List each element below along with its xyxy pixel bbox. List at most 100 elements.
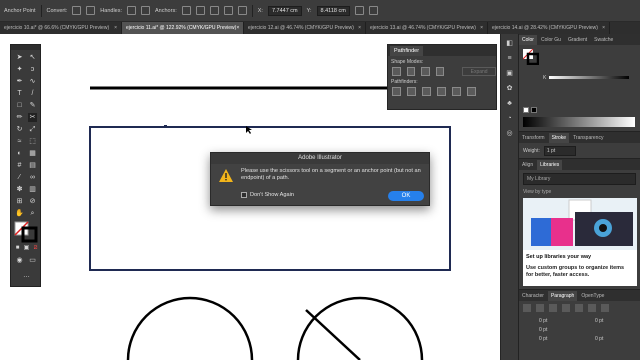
symbol-sprayer-icon[interactable]: ✽ [15,185,24,194]
pen-tool-icon[interactable]: ✒ [15,77,24,86]
tab-opentype[interactable]: OpenType [578,291,607,301]
align-left-icon[interactable] [523,304,531,312]
white-swatch[interactable] [523,107,529,113]
brushes-icon[interactable]: ✿ [505,84,515,94]
tab-transform[interactable]: Transform [519,133,548,143]
remove-anchor-icon[interactable] [181,6,191,15]
k-slider[interactable] [549,76,629,79]
tab-color-guide[interactable]: Color Gu [538,35,564,45]
pathfinder-tab[interactable]: Pathfinder [390,45,424,56]
curvature-tool-icon[interactable]: ∿ [28,77,37,86]
align-right-icon[interactable] [549,304,557,312]
magic-wand-icon[interactable]: ✦ [15,65,24,74]
justify-center-icon[interactable] [575,304,583,312]
more-tools-icon[interactable]: … [22,271,31,280]
zoom-tool-icon[interactable]: ⌕ [28,209,37,218]
tab-libraries[interactable]: Libraries [537,159,563,170]
merge-icon[interactable] [422,87,431,96]
color-spectrum[interactable] [523,117,635,127]
tab-align[interactable]: Align [519,160,536,170]
gradient-tool-icon[interactable]: ▤ [28,161,37,170]
align-center-icon[interactable] [536,304,544,312]
circle-slash-shape[interactable] [296,296,424,360]
lasso-icon[interactable]: ↄ [28,65,37,74]
graphic-styles-icon[interactable]: ◔ [505,114,515,124]
artboard-tool-icon[interactable]: ⊞ [15,197,24,206]
draw-mode-icon[interactable]: ◉ [15,256,24,265]
symbols-icon[interactable]: ♣ [505,99,515,109]
tab-transparency[interactable]: Transparency [570,133,606,143]
connect-anchor-icon[interactable] [195,6,205,15]
handles-hide-icon[interactable] [141,6,151,15]
intersect-icon[interactable] [421,67,430,76]
tab-character[interactable]: Character [519,291,547,301]
tab-paragraph[interactable]: Paragraph [547,290,578,301]
appearance-icon[interactable]: ◎ [505,129,515,139]
width-tool-icon[interactable]: ≈ [15,137,24,146]
tab-color[interactable]: Color [519,34,537,45]
transform-icon[interactable] [354,6,364,15]
x-field[interactable]: 7.7447 cm [267,5,302,16]
right-indent-field[interactable]: 0 pt [595,318,603,324]
slice-tool-icon[interactable]: ⊘ [28,197,37,206]
weight-field[interactable]: 1 pt [543,145,576,156]
mesh-tool-icon[interactable]: # [15,161,24,170]
space-after-field[interactable]: 0 pt [595,336,603,342]
tab-ejercicio-12[interactable]: ejercicio 12.ai @ 46.74% (CMYK/GPU Previ… [244,22,366,34]
panel-grip[interactable] [11,45,40,50]
rotate-tool-icon[interactable]: ↻ [15,125,24,134]
blend-tool-icon[interactable]: ∞ [28,173,37,182]
anchor-point[interactable] [164,125,167,128]
properties-icon[interactable]: ◧ [505,39,515,49]
cut-path-icon[interactable] [209,6,219,15]
free-transform-icon[interactable]: ⬚ [28,137,37,146]
fill-stroke-icon[interactable] [14,221,39,243]
minus-back-icon[interactable] [467,87,476,96]
tab-gradient[interactable]: Gradient [565,35,590,45]
shape-builder-icon[interactable]: ◐ [15,149,24,158]
justify-left-icon[interactable] [562,304,570,312]
tab-swatches[interactable]: Swatche [591,35,616,45]
tab-ejercicio-10[interactable]: ejercicio 10.ai* @ 66.6% (CMYK/GPU Previ… [0,22,122,34]
direct-selection-tool-icon[interactable]: ↖ [28,53,37,62]
dont-show-again-checkbox[interactable]: Don't Show Again [241,192,294,198]
pencil-tool-icon[interactable]: ✏ [15,113,24,122]
trim-icon[interactable] [407,87,416,96]
gradient-mode-icon[interactable]: ▣ [22,244,31,253]
justify-right-icon[interactable] [588,304,596,312]
close-icon[interactable]: × [480,25,483,31]
convert-corner-icon[interactable] [72,6,82,15]
perspective-grid-icon[interactable]: ▦ [28,149,37,158]
minus-front-icon[interactable] [406,67,416,76]
align-icon[interactable] [237,6,247,15]
ok-button[interactable]: OK [388,191,424,201]
fill-stroke-swatch-icon[interactable] [523,49,539,65]
tab-ejercicio-11[interactable]: ejercicio 11.ai* @ 122.92% (CMYK/GPU Pre… [122,22,244,34]
diagonal-line[interactable] [305,309,361,360]
divide-icon[interactable] [392,87,401,96]
first-line-indent-field[interactable]: 0 pt [539,327,547,333]
unite-icon[interactable] [392,67,401,76]
color-mode-icon[interactable]: ■ [13,244,22,253]
close-icon[interactable]: × [358,25,361,31]
scissors-tool-icon[interactable]: ✂ [28,113,37,122]
eyedropper-icon[interactable]: ⁄ [15,173,24,182]
checkbox-box[interactable] [241,192,247,198]
none-mode-icon[interactable]: ⧄ [31,244,40,253]
type-tool-icon[interactable]: T [15,89,24,98]
libraries-icon[interactable]: ▣ [505,69,515,79]
hand-tool-icon[interactable]: ✋ [15,209,24,218]
library-dropdown[interactable]: My Library [523,173,636,185]
graph-tool-icon[interactable]: ▥ [28,185,37,194]
crop-icon[interactable] [437,87,446,96]
outline-icon[interactable] [452,87,461,96]
tab-ejercicio-14[interactable]: ejercicio 14.ai @ 28.42% (CMYK/GPU Previ… [488,22,610,34]
line-tool-icon[interactable]: / [28,89,37,98]
left-indent-field[interactable]: 0 pt [539,318,547,324]
arrange-icon[interactable] [368,6,378,15]
y-field[interactable]: 8.4118 cm [316,5,350,16]
rectangle-tool-icon[interactable]: □ [15,101,24,110]
close-icon[interactable]: × [114,25,117,31]
exclude-icon[interactable] [435,67,445,76]
space-before-field[interactable]: 0 pt [539,336,547,342]
